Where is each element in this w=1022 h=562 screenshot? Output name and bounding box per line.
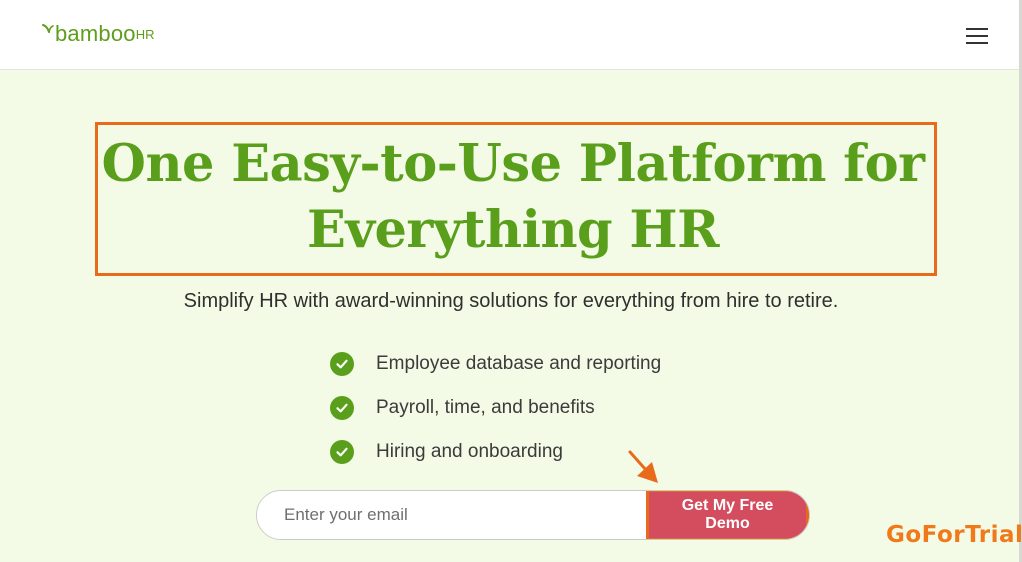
pointer-arrow-icon <box>628 450 658 483</box>
demo-signup-form: Get My Free Demo <box>256 490 810 540</box>
page-title: One Easy-to-Use Platform for Everything … <box>95 131 931 263</box>
email-input[interactable] <box>257 491 646 539</box>
list-item: Payroll, time, and benefits <box>330 386 661 430</box>
check-circle-icon <box>330 352 354 376</box>
leaf-icon <box>42 24 54 33</box>
logo-hr-text: HR <box>135 27 155 42</box>
hero-subtitle: Simplify HR with award-winning solutions… <box>183 290 839 312</box>
feature-list: Employee database and reporting Payroll,… <box>330 342 661 474</box>
demo-button-area[interactable]: Get My Free Demo <box>646 491 809 539</box>
list-item: Employee database and reporting <box>330 342 661 386</box>
logo-text: bamboo <box>55 21 136 46</box>
title-line-2: Everything HR <box>306 200 720 260</box>
title-line-1: One Easy-to-Use Platform for <box>101 134 925 194</box>
bamboohr-logo[interactable]: bamboo HR <box>42 22 154 47</box>
feature-label: Hiring and onboarding <box>376 441 563 462</box>
list-item: Hiring and onboarding <box>330 430 661 474</box>
check-circle-icon <box>330 396 354 420</box>
check-circle-icon <box>330 440 354 464</box>
get-free-demo-button[interactable]: Get My Free Demo <box>646 491 809 539</box>
feature-label: Employee database and reporting <box>376 353 662 374</box>
feature-label: Payroll, time, and benefits <box>376 397 595 418</box>
top-header: bamboo HR <box>0 0 1022 70</box>
watermark-text: GoForTrial <box>886 522 1022 548</box>
hamburger-menu-icon[interactable] <box>966 28 988 44</box>
